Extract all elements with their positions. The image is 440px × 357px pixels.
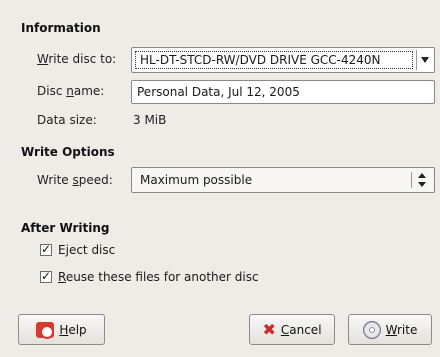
cancel-icon: ✖ xyxy=(262,319,276,339)
disc-name-field[interactable]: Personal Data, Jul 12, 2005 xyxy=(131,80,435,104)
section-write-options-title: Write Options xyxy=(21,145,115,159)
write-button-label: Write xyxy=(385,322,418,337)
cancel-button-label: Cancel xyxy=(280,322,322,337)
drive-combobox[interactable]: HL-DT-STCD-RW/DVD DRIVE GCC-4240N xyxy=(131,47,435,73)
eject-disc-checkbox-row[interactable]: ✓ Eject disc xyxy=(40,242,115,258)
combo-arrow-icon[interactable] xyxy=(416,50,432,70)
check-icon: ✓ xyxy=(41,242,52,256)
data-size-value: 3 MiB xyxy=(133,113,167,127)
eject-disc-checkbox[interactable]: ✓ xyxy=(40,242,52,256)
help-icon xyxy=(36,321,55,339)
select-separator xyxy=(411,172,412,188)
cancel-button[interactable]: ✖ Cancel xyxy=(249,314,335,345)
write-disc-to-label: Write disc to: xyxy=(37,52,117,66)
write-speed-select[interactable]: Maximum possible xyxy=(131,167,435,193)
check-icon: ✓ xyxy=(41,269,52,283)
write-speed-value: Maximum possible xyxy=(140,173,253,187)
eject-disc-label: Eject disc xyxy=(58,243,116,257)
write-speed-label: Write speed: xyxy=(37,173,113,187)
reuse-files-checkbox[interactable]: ✓ xyxy=(40,269,52,283)
help-button-label: Help xyxy=(59,322,87,337)
write-disc-dialog: Information Write disc to: HL-DT-STCD-RW… xyxy=(0,0,440,357)
reuse-files-label: Reuse these files for another disc xyxy=(58,270,259,284)
section-information-title: Information xyxy=(21,21,101,35)
disc-name-label: Disc name: xyxy=(37,84,105,98)
write-button[interactable]: Write xyxy=(348,314,432,345)
updown-arrows-icon xyxy=(418,173,426,187)
drive-value: HL-DT-STCD-RW/DVD DRIVE GCC-4240N xyxy=(135,51,413,69)
reuse-files-checkbox-row[interactable]: ✓ Reuse these files for another disc xyxy=(40,269,259,285)
section-after-writing-title: After Writing xyxy=(21,221,110,235)
disc-icon xyxy=(362,320,381,339)
data-size-label: Data size: xyxy=(37,113,97,127)
help-button[interactable]: Help xyxy=(18,314,105,345)
